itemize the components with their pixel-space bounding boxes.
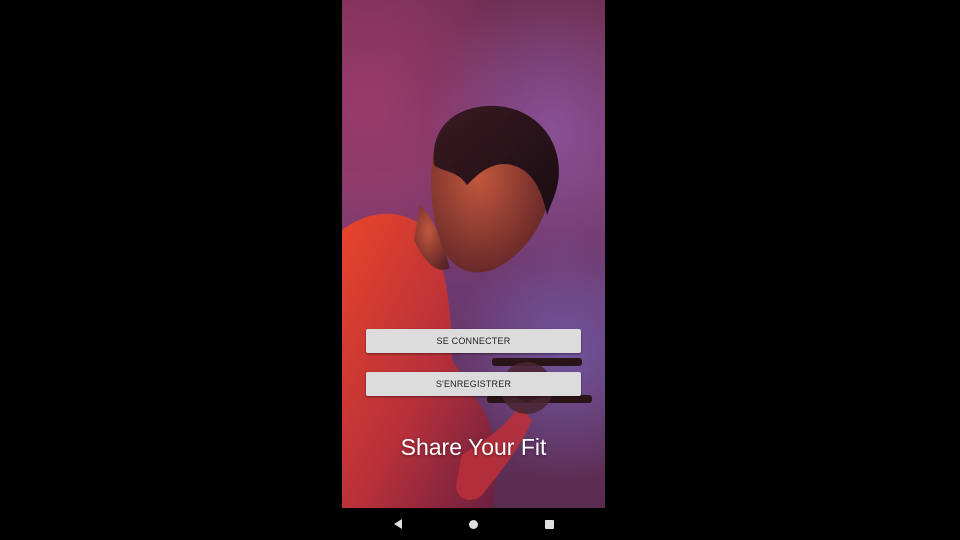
home-circle-icon bbox=[468, 519, 478, 529]
register-button[interactable]: S'ENREGISTRER bbox=[366, 372, 581, 396]
recents-square-icon bbox=[544, 519, 554, 529]
home-button[interactable] bbox=[466, 517, 480, 531]
system-navigation-bar bbox=[342, 508, 605, 540]
back-triangle-icon bbox=[394, 519, 402, 529]
athlete-illustration bbox=[342, 105, 592, 508]
phone-screen: SE CONNECTER S'ENREGISTRER Share Your Fi… bbox=[342, 0, 605, 540]
screen-frame: SE CONNECTER S'ENREGISTRER Share Your Fi… bbox=[0, 0, 960, 540]
app-tagline: Share Your Fit bbox=[400, 434, 547, 460]
background-photo bbox=[342, 0, 605, 508]
login-button[interactable]: SE CONNECTER bbox=[366, 329, 581, 353]
back-button[interactable] bbox=[391, 517, 405, 531]
recents-button[interactable] bbox=[542, 517, 556, 531]
